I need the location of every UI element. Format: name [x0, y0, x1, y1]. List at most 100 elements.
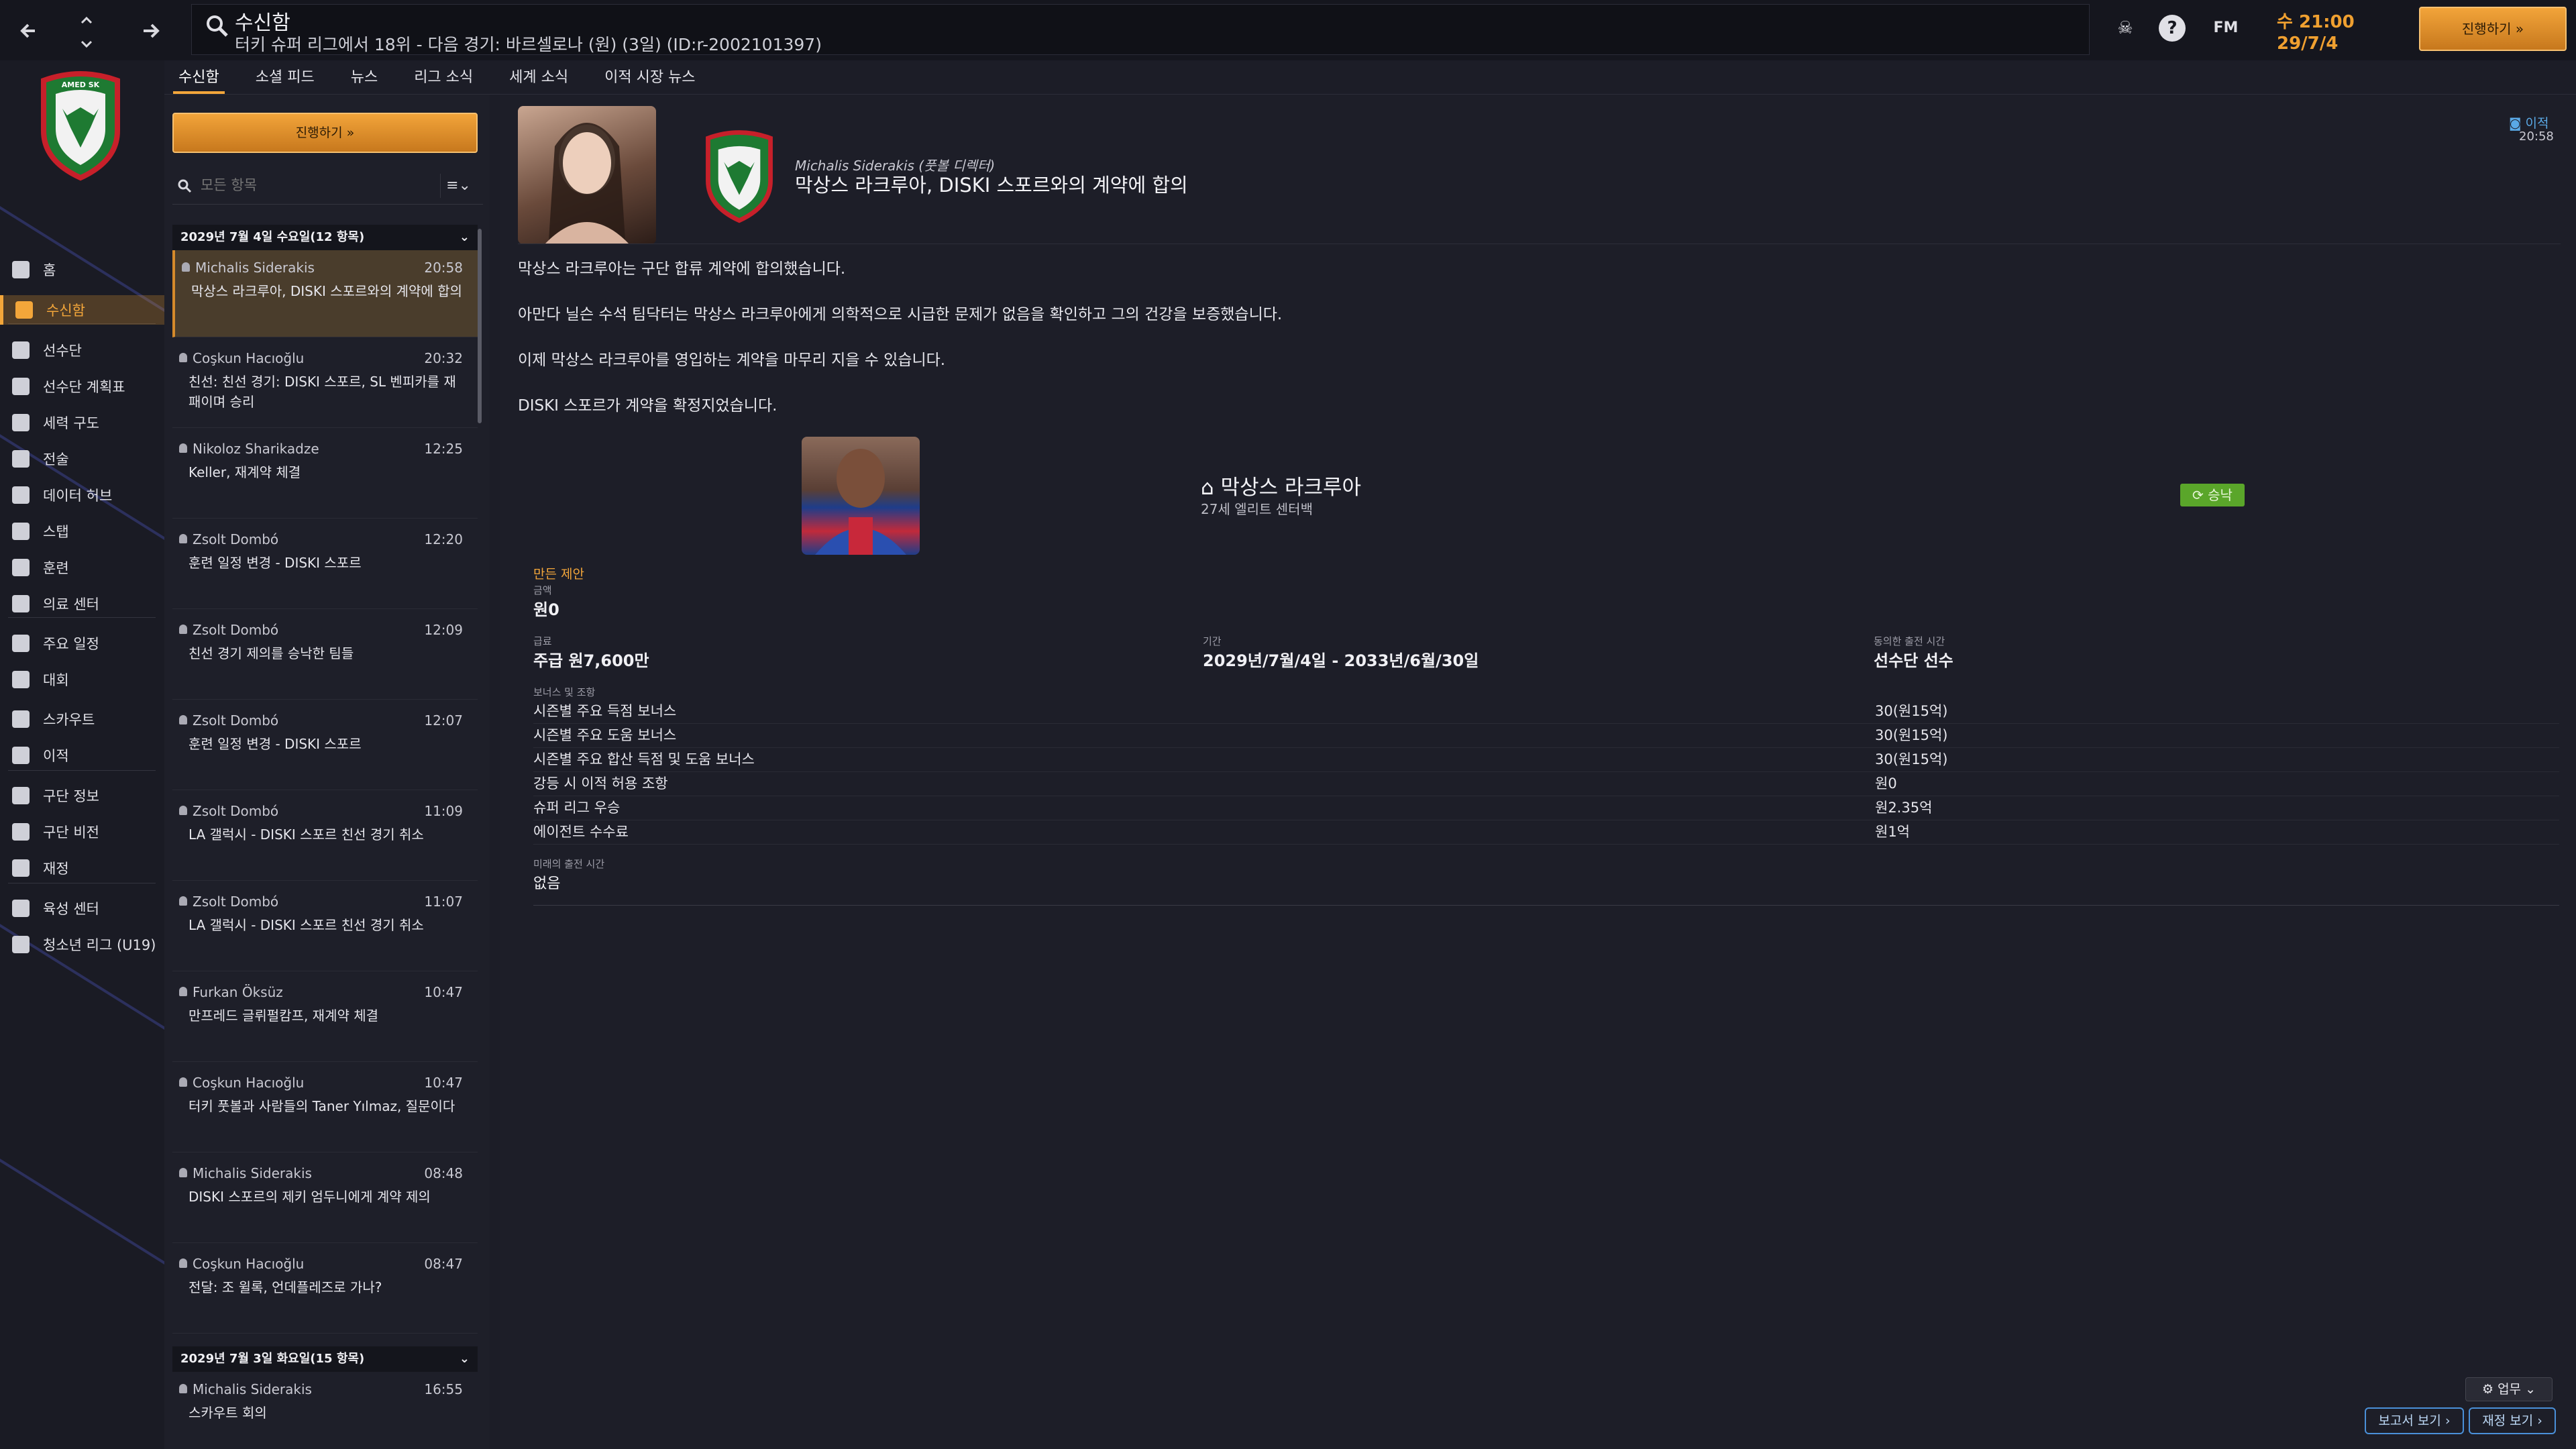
bonus-row: 시즌별 주요 득점 보너스 30(원15억) [533, 700, 2559, 724]
sidebar-item-medical[interactable]: 의료 센터 [0, 589, 164, 619]
sidebar-item-shirt[interactable]: 선수단 [0, 335, 164, 365]
filter-input[interactable] [201, 175, 422, 195]
sidebar-item-finance[interactable]: 재정 [0, 853, 164, 883]
sidebar-item-data-hub[interactable]: 데이터 허브 [0, 480, 164, 510]
skull-icon[interactable]: ☠ [2112, 15, 2139, 42]
list-item[interactable]: Nikoloz Sharikadze 12:25 Keller, 재계약 체결 [172, 431, 478, 519]
tab-3[interactable]: 리그 소식 [409, 64, 478, 94]
sidebar-item-transfer[interactable]: 이적 [0, 741, 164, 770]
message-sender: Zsolt Dombó [178, 712, 279, 729]
list-item[interactable]: Zsolt Dombó 11:07 LA 갤럭시 - DISKI 스포르 친선 경기… [172, 884, 478, 971]
transfer-icon [12, 747, 30, 764]
chevron-up-icon [80, 16, 93, 24]
sender-avatar[interactable] [518, 106, 656, 244]
view-finance-button[interactable]: 재정 보기 › [2469, 1407, 2556, 1434]
message-time: 12:20 [424, 531, 463, 547]
sidebar-item-clipboard[interactable]: 선수단 계획표 [0, 372, 164, 401]
development-icon [12, 900, 30, 917]
svg-text:AMED SK: AMED SK [62, 80, 100, 89]
sidebar: AMED SK 홈수신함선수단선수단 계획표세력 구도전술데이터 허브스탭훈련의… [0, 60, 164, 1449]
history-down-button[interactable] [76, 32, 97, 52]
message-subject: LA 갤럭시 - DISKI 스포르 친선 경기 취소 [189, 917, 424, 933]
message-list-panel: 진행하기 » ≡⌄ 2029년 7월 4일 수요일(12 항목) ⌄ Michal… [164, 95, 490, 1449]
sidebar-item-club-info[interactable]: 구단 정보 [0, 781, 164, 810]
search-icon [178, 179, 192, 193]
message-subject: DISKI 스포르의 제키 엄두니에게 계약 제의 [189, 1189, 431, 1205]
message-time: 20:58 [424, 260, 463, 276]
forward-button[interactable] [136, 16, 165, 46]
game-date[interactable]: 수 21:00 29/7/4 [2267, 7, 2395, 54]
sidebar-item-trophy[interactable]: 대회 [0, 665, 164, 694]
back-button[interactable] [15, 16, 44, 46]
list-item[interactable]: Coşkun Hacıoğlu 10:47 터키 풋볼과 사람들의 Taner Yı… [172, 1065, 478, 1152]
bonus-label: 보너스 및 조항 [533, 686, 596, 698]
sidebar-item-inbox[interactable]: 수신함 [0, 295, 164, 325]
sidebar-item-label: 이적 [43, 748, 69, 764]
medical-icon [12, 595, 30, 612]
sidebar-item-tactics[interactable]: 전술 [0, 444, 164, 474]
player-name[interactable]: ⌂ 막상스 라크루아 [1201, 470, 1361, 500]
sidebar-item-scout[interactable]: 스카우트 [0, 704, 164, 734]
list-item[interactable]: Michalis Siderakis 20:58 막상스 라크루아, DISKI 스… [172, 250, 478, 337]
search-bar[interactable]: 수신함 터키 슈퍼 리그에서 18위 - 다음 경기: 바르셀로나 (원) (3… [191, 4, 2090, 55]
terms-divider [533, 905, 2559, 906]
bonus-row: 시즌별 주요 도움 보너스 30(원15억) [533, 724, 2559, 748]
bonus-row: 강등 시 이적 허용 조항 원0 [533, 772, 2559, 796]
inbox-tabs: 수신함 소셜 피드 뉴스 리그 소식 세계 소식 이적 시장 뉴스 [173, 64, 727, 94]
list-item[interactable]: Zsolt Dombó 11:09 LA 갤럭시 - DISKI 스포르 친선 경기… [172, 794, 478, 881]
help-icon[interactable]: ? [2159, 15, 2186, 42]
sidebar-item-label: 데이터 허브 [43, 488, 113, 504]
sidebar-item-calendar[interactable]: 주요 일정 [0, 629, 164, 658]
top-bar: 수신함 터키 슈퍼 리그에서 18위 - 다음 경기: 바르셀로나 (원) (3… [0, 0, 2576, 60]
dynamics-icon [12, 414, 30, 431]
transfer-flag[interactable]: ◙ 이적 [2509, 113, 2548, 131]
chevron-down-icon: ⌄ [459, 230, 470, 244]
message-sender: Nikoloz Sharikadze [179, 441, 319, 457]
sidebar-item-dynamics[interactable]: 세력 구도 [0, 408, 164, 437]
list-item[interactable]: Michalis Siderakis 16:55 스카우트 회의 [172, 1372, 478, 1449]
tab-1[interactable]: 소셜 피드 [250, 64, 320, 94]
message-time: 12:07 [424, 712, 463, 729]
player-photo[interactable] [802, 437, 920, 555]
day-group-header[interactable]: 2029년 7월 3일 화요일(15 항목) ⌄ [172, 1346, 478, 1372]
message-subject: 친선: 친선 경기: DISKI 스포르, SL 벤피카를 재패이며 승리 [189, 374, 456, 410]
sidebar-item-label: 수신함 [46, 303, 85, 319]
list-item[interactable]: Coşkun Hacıoğlu 08:47 전달: 조 윌록, 언데플레즈로 가나? [172, 1246, 478, 1334]
tab-2[interactable]: 뉴스 [345, 64, 383, 94]
sidebar-item-youth[interactable]: 청소년 리그 (U19) [0, 930, 164, 959]
list-item[interactable]: Zsolt Dombó 12:20 훈련 일정 변경 - DISKI 스포르 [172, 522, 478, 609]
sidebar-item-club-vision[interactable]: 구단 비전 [0, 817, 164, 847]
list-item[interactable]: Zsolt Dombó 12:07 훈련 일정 변경 - DISKI 스포르 [172, 703, 478, 790]
chevron-down-icon [80, 40, 93, 48]
chevron-down-icon: ⌄ [459, 1352, 470, 1366]
sidebar-item-home[interactable]: 홈 [0, 255, 164, 284]
list-item[interactable]: Zsolt Dombó 12:09 친선 경기 제의를 승낙한 팀들 [172, 612, 478, 700]
tab-4[interactable]: 세계 소식 [504, 64, 574, 94]
fm-menu-button[interactable]: FM [2207, 15, 2245, 42]
filter-bar: ≡⌄ [172, 167, 483, 205]
sidebar-item-label: 육성 센터 [43, 901, 99, 917]
list-scrollbar[interactable] [478, 229, 482, 423]
work-menu-button[interactable]: ⚙ 업무 ⌄ [2465, 1377, 2553, 1401]
sidebar-item-staff[interactable]: 스탭 [0, 517, 164, 546]
filter-menu-icon[interactable]: ≡⌄ [440, 174, 476, 198]
club-crest-icon[interactable]: AMED SK [37, 67, 124, 181]
sidebar-item-development[interactable]: 육성 센터 [0, 894, 164, 923]
list-item[interactable]: Coşkun Hacıoğlu 20:32 친선: 친선 경기: DISKI 스포르… [172, 341, 478, 428]
sidebar-item-label: 의료 센터 [43, 596, 99, 612]
history-up-button[interactable] [76, 8, 97, 28]
tab-0[interactable]: 수신함 [173, 64, 225, 94]
home-icon [12, 261, 30, 278]
list-item[interactable]: Michalis Siderakis 08:48 DISKI 스포르의 제키 엄두니… [172, 1156, 478, 1243]
tab-5[interactable]: 이적 시장 뉴스 [599, 64, 700, 94]
club-vision-icon [12, 823, 30, 841]
view-report-button[interactable]: 보고서 보기 › [2365, 1407, 2464, 1434]
sidebar-item-training[interactable]: 훈련 [0, 553, 164, 582]
message-sender: Coşkun Hacıoğlu [178, 1075, 305, 1091]
continue-button[interactable]: 진행하기 » [2419, 7, 2567, 51]
sidebar-item-label: 훈련 [43, 560, 69, 576]
message-sender: Zsolt Dombó [178, 803, 279, 819]
list-item[interactable]: Furkan Öksüz 10:47 만프레드 글뤼펄캄프, 재계약 체결 [172, 975, 478, 1062]
continue-button-secondary[interactable]: 진행하기 » [172, 113, 478, 153]
day-group-header[interactable]: 2029년 7월 4일 수요일(12 항목) ⌄ [172, 225, 478, 250]
